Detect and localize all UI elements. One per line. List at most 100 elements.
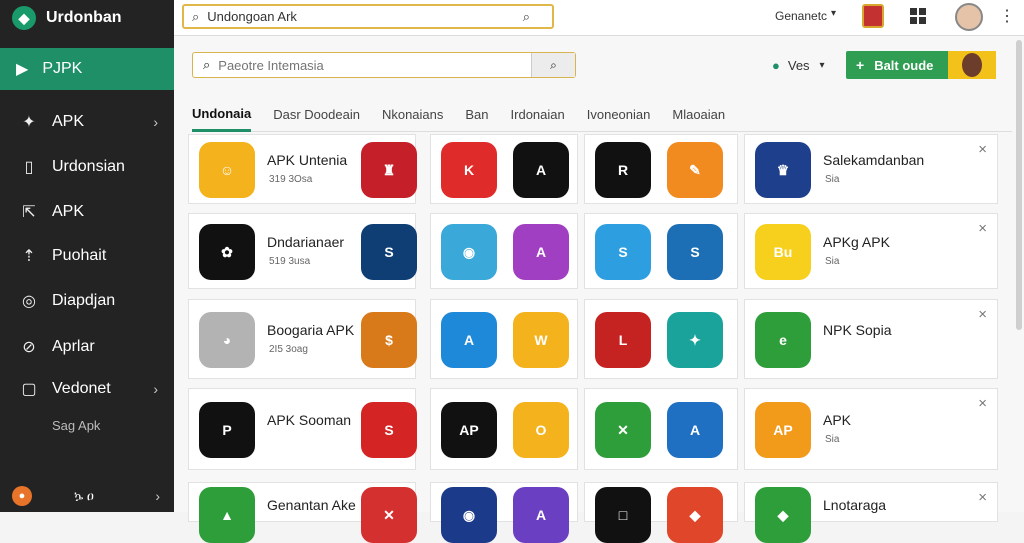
app-icon[interactable]: A	[513, 487, 569, 543]
app-icon[interactable]: ◉	[441, 487, 497, 543]
filter-button[interactable]: ⌕	[531, 53, 575, 77]
notification-badge-icon[interactable]	[862, 4, 884, 28]
app-card[interactable]: P S APK Sooman	[188, 388, 417, 470]
app-card[interactable]: ◕ $ Boogaria APK 2I5 3oag	[188, 299, 417, 379]
app-icon[interactable]: ✕	[595, 402, 651, 458]
app-icon[interactable]: ♜	[361, 142, 417, 198]
app-card[interactable]: AP APK Sia ×	[744, 388, 998, 470]
app-title[interactable]: Genantan Ake	[267, 497, 356, 513]
primary-action-button[interactable]: + Balt oude	[846, 51, 996, 79]
app-title[interactable]: Dndarianaer	[267, 234, 344, 250]
app-icon[interactable]: K	[441, 142, 497, 198]
app-icon[interactable]: A	[513, 224, 569, 280]
sidebar-sub-item[interactable]: Sag Apk	[52, 418, 100, 433]
sidebar-item-6[interactable]: ▢ Vedonet ›	[0, 369, 174, 409]
tab-4[interactable]: Irdonaian	[511, 98, 565, 132]
app-title[interactable]: NPK Sopia	[823, 322, 891, 338]
account-label[interactable]: Genanetc	[775, 9, 827, 23]
tab-5[interactable]: Ivoneonian	[587, 98, 651, 132]
tab-1[interactable]: Dasr Doodeain	[273, 98, 360, 132]
app-icon[interactable]: W	[513, 312, 569, 368]
sidebar-item-4[interactable]: ◎ Diapdjan	[0, 281, 174, 321]
app-card[interactable]: R ✎	[584, 134, 738, 204]
app-card[interactable]: e NPK Sopia ×	[744, 299, 998, 379]
app-icon[interactable]: ▲	[199, 487, 255, 543]
app-icon[interactable]: $	[361, 312, 417, 368]
app-icon[interactable]: S	[361, 224, 417, 280]
chevron-down-icon[interactable]: ▾	[831, 8, 836, 19]
sidebar-item-1[interactable]: ▯ Urdonsian	[0, 147, 174, 187]
app-card[interactable]: ☺ ♜ APK Untenia 319 3Osa	[188, 134, 417, 204]
global-search-input[interactable]	[207, 9, 523, 24]
app-icon[interactable]: ◉	[441, 224, 497, 280]
sidebar-footer[interactable]: ● ኴ ዐ ›	[12, 484, 162, 508]
app-card[interactable]: □ ◆	[584, 482, 738, 543]
app-icon[interactable]: ✎	[667, 142, 723, 198]
close-icon[interactable]: ×	[978, 489, 987, 506]
app-card[interactable]: ◉ A	[430, 482, 578, 543]
content-search[interactable]: ⌕ ⌕	[192, 52, 576, 78]
app-card[interactable]: L ✦	[584, 299, 738, 379]
close-icon[interactable]: ×	[978, 395, 987, 412]
search-submit-icon[interactable]: ⌕	[523, 9, 530, 25]
tab-0[interactable]: Undonaia	[192, 98, 252, 132]
app-title[interactable]: Lnotaraga	[823, 497, 886, 513]
app-icon[interactable]: S	[667, 224, 723, 280]
app-icon[interactable]: □	[595, 487, 651, 543]
close-icon[interactable]: ×	[978, 220, 987, 237]
sidebar-item-2[interactable]: ⇱ APK	[0, 192, 174, 232]
app-icon[interactable]: ◕	[199, 312, 255, 368]
sidebar-item-3[interactable]: ⇡ Puohait	[0, 236, 174, 276]
app-card[interactable]: SS	[584, 213, 738, 289]
app-icon[interactable]: ◆	[755, 487, 811, 543]
app-icon[interactable]: L	[595, 312, 651, 368]
sidebar-item-active[interactable]: ▶ PJPK	[0, 48, 174, 90]
app-icon[interactable]: ☺	[199, 142, 255, 198]
app-title[interactable]: Salekamdanban	[823, 152, 924, 168]
app-title[interactable]: APK	[823, 412, 851, 428]
brand[interactable]: ◆ Urdonban	[0, 0, 174, 36]
app-icon[interactable]: e	[755, 312, 811, 368]
close-icon[interactable]: ×	[978, 306, 987, 323]
app-icon[interactable]: R	[595, 142, 651, 198]
app-icon[interactable]: ✿	[199, 224, 255, 280]
app-card[interactable]: ✕ A	[584, 388, 738, 470]
app-card[interactable]: ▲ ✕ Genantan Ake	[188, 482, 417, 543]
close-icon[interactable]: ×	[978, 141, 987, 158]
scrollbar[interactable]	[1016, 40, 1022, 330]
content-search-input[interactable]	[218, 57, 531, 73]
app-title[interactable]: APK Untenia	[267, 152, 347, 168]
app-card[interactable]: AP O	[430, 388, 578, 470]
app-card[interactable]: AW	[430, 299, 578, 379]
app-icon[interactable]: S	[595, 224, 651, 280]
app-icon[interactable]: Bu	[755, 224, 811, 280]
app-title[interactable]: Boogaria APK	[267, 322, 354, 338]
app-card[interactable]: Bu APKg APK Sia ×	[744, 213, 998, 289]
app-icon[interactable]: AP	[755, 402, 811, 458]
apps-grid-icon[interactable]	[910, 8, 926, 24]
app-icon[interactable]: A	[513, 142, 569, 198]
app-icon[interactable]: P	[199, 402, 255, 458]
tab-6[interactable]: Mlaoaian	[672, 98, 725, 132]
app-icon[interactable]: ♛	[755, 142, 811, 198]
user-menu[interactable]: ● Ves ▾	[772, 58, 825, 73]
app-icon[interactable]: A	[667, 402, 723, 458]
tab-2[interactable]: Nkonaians	[382, 98, 443, 132]
sidebar-item-5[interactable]: ⊘ Aprlar	[0, 327, 174, 367]
app-icon[interactable]: O	[513, 402, 569, 458]
app-title[interactable]: APK Sooman	[267, 412, 351, 428]
tab-3[interactable]: Ban	[465, 98, 488, 132]
more-vertical-icon[interactable]: ⋮	[999, 6, 1015, 26]
app-card[interactable]: ♛ Salekamdanban Sia ×	[744, 134, 998, 204]
app-icon[interactable]: A	[441, 312, 497, 368]
app-card[interactable]: ◆ Lnotaraga ×	[744, 482, 998, 543]
avatar[interactable]	[955, 3, 983, 31]
app-icon[interactable]: ◆	[667, 487, 723, 543]
app-icon[interactable]: ✕	[361, 487, 417, 543]
app-card[interactable]: ◉ A	[430, 213, 578, 289]
app-icon[interactable]: AP	[441, 402, 497, 458]
app-icon[interactable]: S	[361, 402, 417, 458]
app-title[interactable]: APKg APK	[823, 234, 890, 250]
global-search[interactable]: ⌕ ⌕	[182, 4, 554, 29]
app-card[interactable]: KA	[430, 134, 578, 204]
